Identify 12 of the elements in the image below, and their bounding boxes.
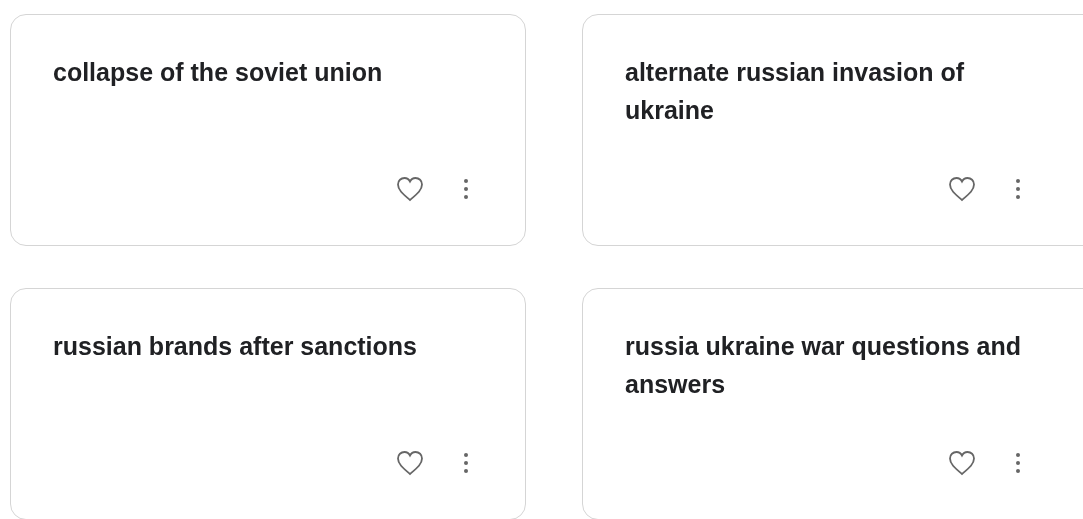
card-title: russia ukraine war questions and answers	[625, 331, 1022, 400]
more-options-icon[interactable]	[463, 452, 469, 474]
heart-icon[interactable]	[947, 175, 977, 203]
more-options-icon[interactable]	[1015, 178, 1021, 200]
card-title: collapse of the soviet union	[53, 57, 384, 88]
card-title: alternate russian invasion of ukraine	[625, 57, 965, 126]
more-options-icon[interactable]	[463, 178, 469, 200]
heart-icon[interactable]	[947, 449, 977, 477]
card-title: russian brands after sanctions	[53, 331, 418, 362]
heart-icon[interactable]	[395, 175, 425, 203]
heart-icon[interactable]	[395, 449, 425, 477]
more-options-icon[interactable]	[1015, 452, 1021, 474]
